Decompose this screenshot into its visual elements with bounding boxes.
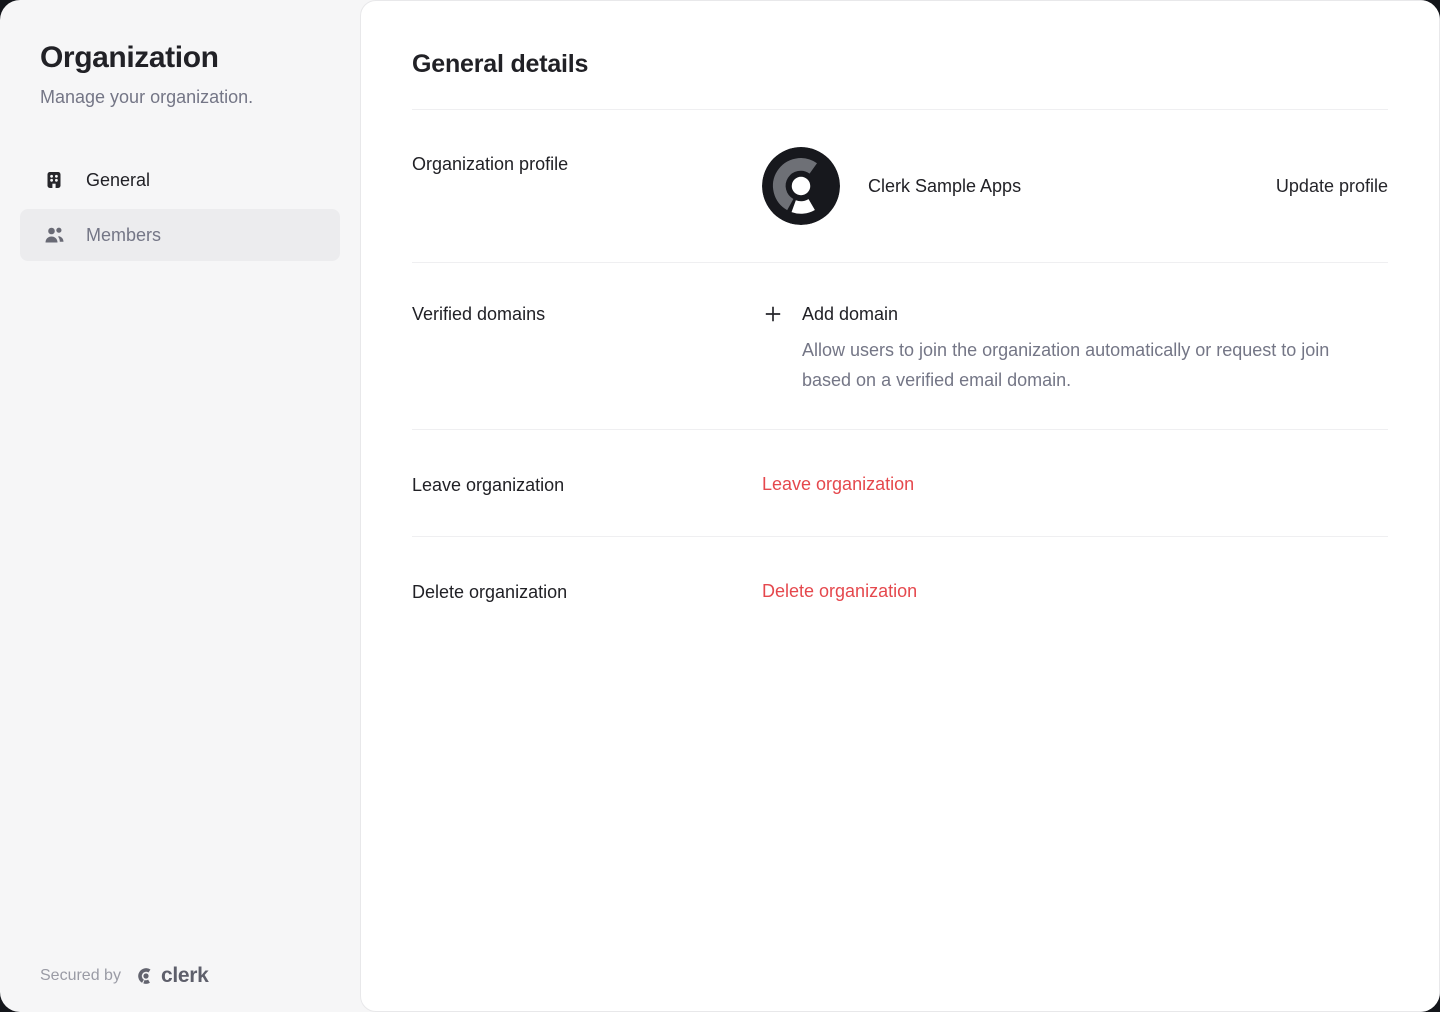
secured-by-footer: Secured by clerk	[40, 964, 208, 988]
leave-organization-button[interactable]: Leave organization	[762, 474, 1388, 495]
delete-organization-button[interactable]: Delete organization	[762, 581, 1388, 602]
sidebar-nav: General Members	[20, 154, 340, 261]
general-details-panel: General details Organization profile Cle…	[360, 0, 1440, 1012]
leave-organization-label: Leave organization	[412, 474, 762, 496]
users-icon	[44, 225, 64, 245]
panel-heading: General details	[412, 49, 1388, 79]
organization-profile-card: Organization Manage your organization. G…	[0, 0, 1440, 1012]
organization-name: Clerk Sample Apps	[868, 176, 1021, 197]
page-title: Organization	[40, 40, 360, 76]
add-domain-button[interactable]: Add domain	[762, 303, 898, 325]
secured-by-label: Secured by	[40, 967, 121, 985]
sidebar-item-members[interactable]: Members	[20, 209, 340, 261]
leave-organization-row: Leave organization Leave organization	[412, 430, 1388, 536]
update-profile-button[interactable]: Update profile	[1276, 176, 1388, 197]
clerk-logo-icon	[135, 965, 157, 987]
sidebar-item-general[interactable]: General	[20, 154, 340, 206]
verified-domains-value: Add domain Allow users to join the organ…	[762, 303, 1388, 395]
sidebar-item-label: Members	[86, 225, 161, 246]
verified-domains-label: Verified domains	[412, 303, 762, 325]
sidebar: Organization Manage your organization. G…	[0, 0, 360, 1012]
clerk-wordmark[interactable]: clerk	[161, 964, 209, 988]
delete-organization-row: Delete organization Delete organization	[412, 537, 1388, 647]
verified-domains-description: Allow users to join the organization aut…	[802, 335, 1332, 395]
add-domain-label: Add domain	[802, 304, 898, 325]
organization-avatar	[762, 147, 840, 225]
building-icon	[44, 170, 64, 190]
organization-profile-label: Organization profile	[412, 110, 762, 175]
verified-domains-row: Verified domains Add domain Allow users …	[412, 263, 1388, 429]
delete-organization-label: Delete organization	[412, 581, 762, 603]
plus-icon	[762, 303, 786, 325]
sidebar-item-label: General	[86, 170, 150, 191]
page-subtitle: Manage your organization.	[40, 86, 360, 108]
organization-profile-row: Organization profile Clerk Sample Apps U…	[412, 110, 1388, 262]
organization-profile-value: Clerk Sample Apps	[762, 147, 1276, 225]
